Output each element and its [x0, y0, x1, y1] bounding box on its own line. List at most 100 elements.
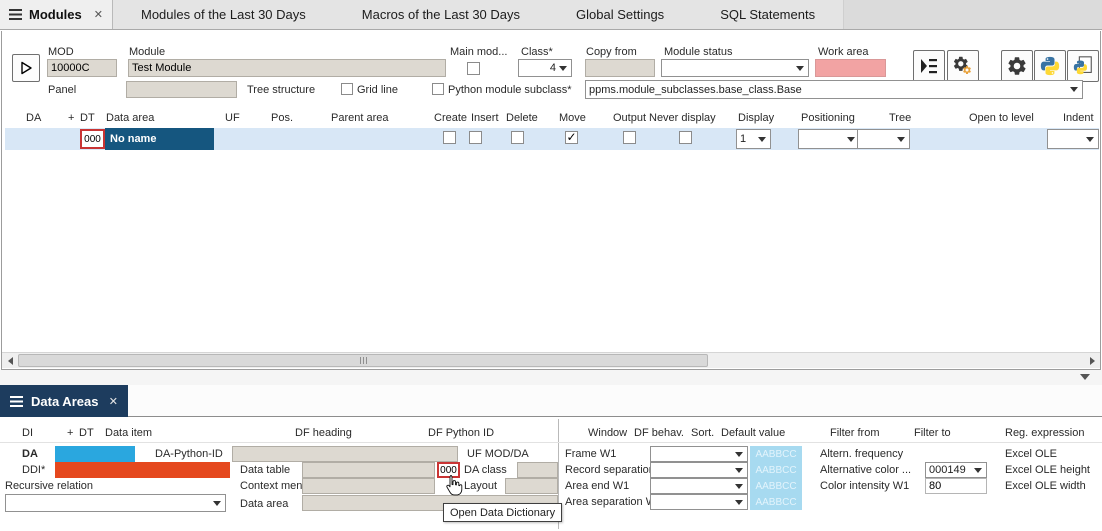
- col-window: Window: [588, 427, 627, 439]
- da-python-id-field[interactable]: [232, 446, 458, 462]
- hamburger-menu-icon[interactable]: [10, 396, 23, 407]
- module-status-label: Module status: [664, 46, 732, 58]
- class-select[interactable]: 4: [518, 59, 572, 77]
- data-table-field[interactable]: [302, 462, 435, 478]
- panel-splitter[interactable]: [0, 370, 1102, 385]
- module-editor-panel: MOD Module Main mod... Class* Copy from …: [1, 31, 1101, 370]
- tab-data-areas[interactable]: Data Areas ✕: [0, 385, 128, 417]
- tab-close-icon[interactable]: ✕: [109, 395, 118, 408]
- grid-line-checkbox[interactable]: [341, 83, 353, 95]
- chevron-down-icon: [735, 484, 743, 489]
- da-class-field[interactable]: [517, 462, 558, 478]
- record-separation-w1-color-swatch[interactable]: AABBCC: [750, 462, 802, 478]
- layout-field[interactable]: [505, 478, 558, 494]
- context-menu-label: Context menu: [240, 480, 308, 492]
- col-open-to-level: Open to level: [969, 112, 1034, 124]
- area-end-w1-color-swatch[interactable]: AABBCC: [750, 478, 802, 494]
- data-areas-tab-bar: Data Areas ✕: [0, 385, 1102, 417]
- mod-field[interactable]: 10000C: [47, 59, 117, 77]
- panel-field[interactable]: [126, 81, 237, 98]
- python-subclass-checkbox[interactable]: [432, 83, 444, 95]
- scroll-right-button[interactable]: [1084, 353, 1100, 368]
- app-window: Modules ✕ Modules of the Last 30 Days Ma…: [0, 0, 1102, 531]
- tab-global-settings[interactable]: Global Settings: [548, 0, 692, 29]
- area-dt-field[interactable]: 000: [80, 129, 105, 149]
- layout-label: Layout: [464, 480, 497, 492]
- collapse-panel-icon[interactable]: [1080, 374, 1090, 380]
- add-item-button[interactable]: +: [67, 427, 73, 439]
- col-parent-area: Parent area: [331, 112, 388, 124]
- top-tab-bar: Modules ✕ Modules of the Last 30 Days Ma…: [0, 0, 1102, 30]
- col-display: Display: [738, 112, 774, 124]
- record-separation-w1-select[interactable]: [650, 462, 748, 478]
- area-name-cell[interactable]: No name: [105, 128, 214, 150]
- ddi-label: DDI*: [22, 464, 45, 476]
- output-checkbox[interactable]: [623, 131, 636, 144]
- execute-module-button[interactable]: [12, 54, 40, 82]
- tab-macros-last-30-days[interactable]: Macros of the Last 30 Days: [334, 0, 548, 29]
- chevron-down-icon: [847, 137, 855, 142]
- area-end-w1-select[interactable]: [650, 478, 748, 494]
- horizontal-scrollbar[interactable]: [2, 352, 1100, 368]
- tab-sql-statements[interactable]: SQL Statements: [692, 0, 843, 29]
- indent-select[interactable]: [1047, 129, 1099, 149]
- python-script-icon: [1072, 55, 1094, 77]
- frame-w1-select[interactable]: [650, 446, 748, 462]
- recursive-relation-select[interactable]: [5, 494, 226, 512]
- hamburger-menu-icon[interactable]: [9, 9, 22, 20]
- copy-from-field[interactable]: [585, 59, 655, 77]
- module-status-select[interactable]: [661, 59, 809, 77]
- work-area-field[interactable]: [815, 59, 886, 77]
- ddi-item-field[interactable]: [55, 462, 230, 478]
- module-name-field[interactable]: Test Module: [128, 59, 446, 77]
- scroll-left-button[interactable]: [2, 353, 18, 368]
- da-python-id-label: DA-Python-ID: [155, 448, 223, 460]
- col-reg-expression: Reg. expression: [1005, 427, 1085, 439]
- header-divider: [0, 442, 1102, 443]
- chevron-down-icon: [1086, 137, 1094, 142]
- move-checkbox[interactable]: [565, 131, 578, 144]
- col-move: Move: [559, 112, 586, 124]
- color-intensity-w1-field[interactable]: 80: [925, 478, 987, 494]
- insert-checkbox[interactable]: [469, 131, 482, 144]
- python-script-button[interactable]: [1067, 50, 1099, 82]
- da-class-label: DA class: [464, 464, 507, 476]
- run-list-button[interactable]: [913, 50, 945, 82]
- area-separation-w1-select[interactable]: [650, 494, 748, 510]
- create-checkbox[interactable]: [443, 131, 456, 144]
- mod-label: MOD: [48, 46, 74, 58]
- settings-button[interactable]: [1001, 50, 1033, 82]
- python-subclass-select[interactable]: ppms.module_subclasses.base_class.Base: [585, 80, 1083, 99]
- scrollbar-thumb[interactable]: [18, 354, 708, 367]
- add-row-button[interactable]: +: [68, 112, 74, 124]
- delete-checkbox[interactable]: [511, 131, 524, 144]
- settings-gear-icon: [1006, 55, 1028, 77]
- col-filter-to: Filter to: [914, 427, 951, 439]
- col-filter-from: Filter from: [830, 427, 880, 439]
- context-menu-field[interactable]: [302, 478, 435, 494]
- tree-select[interactable]: [857, 129, 910, 149]
- col-positioning: Positioning: [801, 112, 855, 124]
- mouse-cursor: [445, 474, 464, 499]
- frame-w1-color-swatch[interactable]: AABBCC: [750, 446, 802, 462]
- frame-w1-label: Frame W1: [565, 448, 616, 460]
- module-tools-button[interactable]: [947, 50, 979, 82]
- col-di: DI: [22, 427, 33, 439]
- main-module-checkbox[interactable]: [467, 62, 480, 75]
- col-indent: Indent: [1063, 112, 1094, 124]
- arrow-right-icon: [1090, 357, 1095, 365]
- tab-modules-last-30-days[interactable]: Modules of the Last 30 Days: [113, 0, 334, 29]
- da-item-field[interactable]: [55, 446, 135, 462]
- altern-frequency-label: Altern. frequency: [820, 448, 903, 460]
- tab-modules[interactable]: Modules ✕: [0, 0, 113, 29]
- never-display-checkbox[interactable]: [679, 131, 692, 144]
- col-data-area: Data area: [106, 112, 154, 124]
- alternative-color-select[interactable]: 000149: [925, 462, 987, 478]
- positioning-select[interactable]: [798, 129, 860, 149]
- tab-close-icon[interactable]: ✕: [94, 8, 103, 21]
- panel-label: Panel: [48, 84, 76, 96]
- col-pos: Pos.: [271, 112, 293, 124]
- display-select[interactable]: 1: [736, 129, 771, 149]
- python-button[interactable]: [1034, 50, 1066, 82]
- area-separation-w1-color-swatch[interactable]: AABBCC: [750, 494, 802, 510]
